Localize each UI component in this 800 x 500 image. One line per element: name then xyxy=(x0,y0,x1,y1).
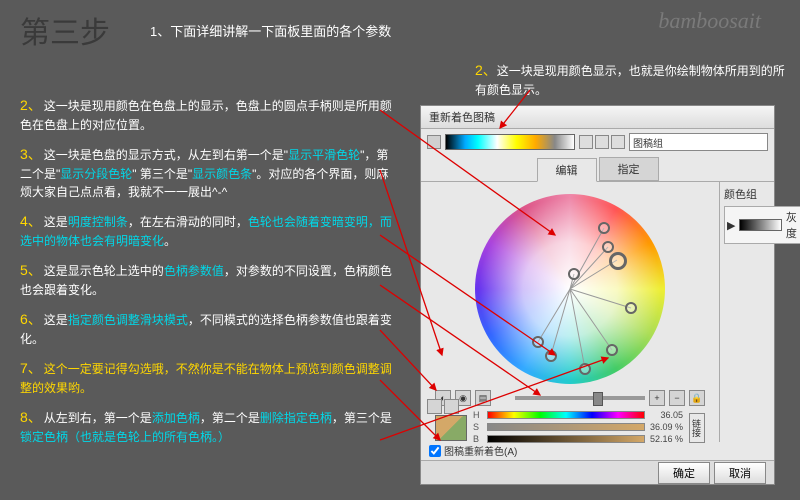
annotation-list: 2、这一块是现用颜色在色盘上的显示，色盘上的圆点手柄则是所用颜色在色盘上的对应位… xyxy=(20,95,400,456)
preset-icon[interactable] xyxy=(611,135,625,149)
tab-edit[interactable]: 编辑 xyxy=(537,158,597,182)
color-handle[interactable] xyxy=(545,350,557,362)
color-group-title: 颜色组 xyxy=(724,186,800,202)
brightness-hsb-slider[interactable] xyxy=(487,435,645,443)
watermark: bamboosait xyxy=(658,8,785,37)
mode-icon[interactable] xyxy=(444,399,459,414)
recolor-artwork-checkbox[interactable] xyxy=(429,445,441,457)
mode-icon[interactable] xyxy=(427,399,442,414)
link-colors-icon[interactable]: 链接 xyxy=(689,413,705,443)
add-handle-icon[interactable]: + xyxy=(649,390,665,406)
color-handle-selected[interactable] xyxy=(609,252,627,270)
step-title: 第三步 xyxy=(20,8,110,52)
color-handle[interactable] xyxy=(625,302,637,314)
color-handle[interactable] xyxy=(568,268,580,280)
recolor-artwork-label: 图稿重新着色(A) xyxy=(444,443,517,458)
color-handle[interactable] xyxy=(579,363,591,375)
color-chip-button[interactable] xyxy=(427,135,441,149)
annotation-2-top: 2、这一块是现用颜色显示，也就是你绘制物体所用到的所有颜色显示。 xyxy=(475,60,785,99)
intro-text: 1、下面详细讲解一下面板里面的各个参数 xyxy=(150,21,391,40)
color-group-item[interactable]: ▶灰度 xyxy=(724,206,800,244)
artwork-group-select[interactable]: 图稿组 xyxy=(629,133,768,151)
color-handle[interactable] xyxy=(598,222,610,234)
preset-icon[interactable] xyxy=(595,135,609,149)
color-bars-icon[interactable]: ▤ xyxy=(475,390,491,406)
preset-icon[interactable] xyxy=(579,135,593,149)
cancel-button[interactable]: 取消 xyxy=(714,462,766,484)
current-color-swatch[interactable] xyxy=(435,415,467,441)
hue-slider[interactable] xyxy=(487,411,645,419)
color-handle[interactable] xyxy=(606,344,618,356)
saturation-slider[interactable] xyxy=(487,423,645,431)
color-handle[interactable] xyxy=(602,241,614,253)
tab-assign[interactable]: 指定 xyxy=(599,157,659,181)
brightness-slider[interactable] xyxy=(515,396,645,400)
recolor-panel: 重新着色图稿 图稿组 编辑 指定 xyxy=(420,105,775,485)
active-colors-bar[interactable] xyxy=(445,134,575,150)
lock-handle-icon[interactable]: 🔒 xyxy=(689,390,705,406)
color-wheel[interactable] xyxy=(475,194,665,384)
color-handle[interactable] xyxy=(532,336,544,348)
panel-title: 重新着色图稿 xyxy=(421,106,774,129)
remove-handle-icon[interactable]: − xyxy=(669,390,685,406)
ok-button[interactable]: 确定 xyxy=(658,462,710,484)
